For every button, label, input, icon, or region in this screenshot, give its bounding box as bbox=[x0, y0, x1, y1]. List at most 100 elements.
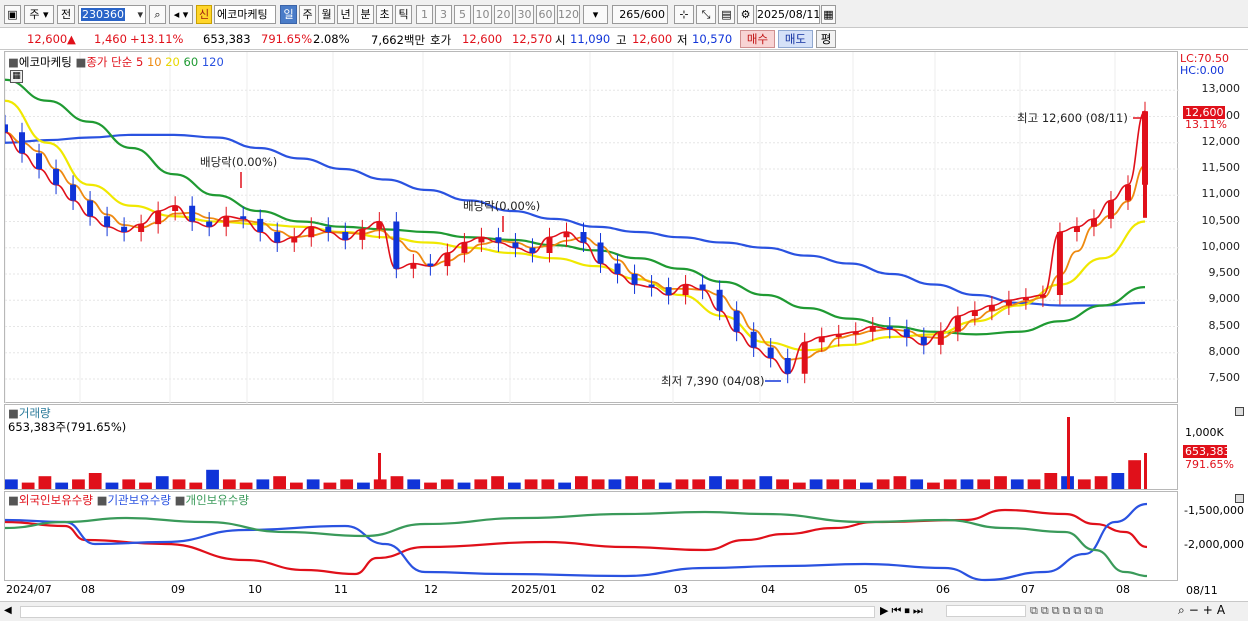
sell-button[interactable]: 매도 bbox=[778, 30, 813, 48]
market-select-label: 주 bbox=[29, 8, 40, 21]
date-input[interactable]: 2025/08/11 bbox=[756, 5, 820, 24]
dividend-annotation-2: 배당락(0.00%) bbox=[463, 199, 540, 213]
legend-institution: 기관보유수량 bbox=[107, 493, 171, 507]
candle-body bbox=[1107, 200, 1114, 219]
scroll-left-icon[interactable]: ◀ bbox=[4, 605, 12, 616]
price-chart[interactable]: 최고 12,600 (08/11) 최저 7,390 (04/08) 배당락(0.0… bbox=[5, 52, 1179, 404]
speaker-icon[interactable]: ◂ ▾ bbox=[169, 5, 193, 24]
price-tick-3: 11,500 bbox=[1201, 161, 1241, 174]
volume-bar bbox=[1027, 479, 1041, 489]
table-icon[interactable]: ▦ bbox=[10, 70, 23, 83]
volume-spike-1 bbox=[1067, 417, 1070, 489]
layout-icons[interactable]: ⧉⧉⧉⧉⧉⧉⧉ bbox=[1030, 604, 1106, 618]
crosshair-icon[interactable]: ⊹ bbox=[674, 5, 694, 24]
window-menu-icon[interactable]: ▣ bbox=[4, 5, 21, 24]
buy-button[interactable]: 매수 bbox=[740, 30, 775, 48]
volume-bar bbox=[306, 479, 320, 489]
playback-controls[interactable]: ▶⏮⏹⏭ bbox=[880, 604, 926, 618]
speed-track[interactable] bbox=[946, 605, 1026, 617]
candle-body bbox=[920, 337, 927, 345]
price-panel[interactable]: 최고 12,600 (08/11) 최저 7,390 (04/08) 배당락(0.0… bbox=[4, 51, 1179, 404]
minute-custom-select[interactable]: ▾ bbox=[583, 5, 608, 24]
candle-body bbox=[648, 284, 655, 288]
prev-button[interactable]: 전 bbox=[57, 5, 75, 24]
period-month-button[interactable]: 월 bbox=[318, 5, 335, 24]
save-icon[interactable]: ▤ bbox=[718, 5, 735, 24]
volume-bar bbox=[1077, 479, 1091, 489]
x-label-8: 03 bbox=[674, 583, 688, 596]
period-tick-button[interactable]: 틱 bbox=[395, 5, 412, 24]
credit-badge: 신 bbox=[196, 5, 212, 24]
up-arrow-icon: ▲ bbox=[67, 32, 76, 46]
price-tick-8: 9,000 bbox=[1208, 292, 1241, 306]
candle-body bbox=[87, 200, 94, 217]
volume-bar bbox=[72, 479, 85, 489]
volume-chart[interactable] bbox=[5, 405, 1179, 491]
x-label-1: 08 bbox=[81, 583, 95, 596]
zoom-controls[interactable]: ⌕−+A bbox=[1178, 603, 1229, 618]
search-icon[interactable]: ⌕ bbox=[149, 5, 166, 24]
candle-body bbox=[512, 242, 519, 248]
minute-1-button[interactable]: 1 bbox=[416, 5, 433, 24]
minute-60-button[interactable]: 60 bbox=[536, 5, 555, 24]
holdings-axis: -1,500,000 -2,000,000 bbox=[1179, 491, 1246, 581]
candle-body bbox=[138, 224, 145, 232]
volume-bar bbox=[38, 476, 52, 489]
candle-body bbox=[954, 316, 961, 332]
x-label-12: 07 bbox=[1021, 583, 1035, 596]
candle-body bbox=[665, 287, 672, 295]
volume-close-icon[interactable] bbox=[1235, 407, 1244, 416]
minute-3-button[interactable]: 3 bbox=[435, 5, 452, 24]
price-tick-9: 8,500 bbox=[1208, 318, 1241, 332]
volume-bar bbox=[524, 479, 538, 489]
candle-body bbox=[631, 274, 638, 285]
x-label-4: 11 bbox=[334, 583, 348, 596]
candle-body bbox=[104, 216, 111, 227]
code-input[interactable]: 230360 ▾ bbox=[78, 5, 146, 24]
holdings-panel[interactable]: ■외국인보유수량 ■기관보유수량 ■개인보유수량 bbox=[4, 491, 1178, 582]
volume-panel[interactable]: ■거래량 653,383주(791.65%) bbox=[4, 404, 1244, 491]
code-value: 230360 bbox=[81, 8, 125, 21]
minute-20-button[interactable]: 20 bbox=[494, 5, 513, 24]
volume-bar bbox=[893, 476, 907, 489]
legend-ma-label: 종가 단순 bbox=[86, 55, 133, 69]
period-year-button[interactable]: 년 bbox=[337, 5, 354, 24]
minute-30-button[interactable]: 30 bbox=[515, 5, 534, 24]
avg-button[interactable]: 평 bbox=[816, 30, 836, 48]
current-pct-tag: 13.11% bbox=[1185, 118, 1227, 131]
volume-value-label: 653,383주(791.65%) bbox=[8, 420, 127, 434]
x-label-0: 2024/07 bbox=[6, 583, 52, 596]
minute-5-button[interactable]: 5 bbox=[454, 5, 471, 24]
count-value: 265 bbox=[619, 8, 641, 21]
period-week-button[interactable]: 주 bbox=[299, 5, 316, 24]
calendar-icon[interactable]: ▦ bbox=[821, 5, 836, 24]
candle-body bbox=[988, 305, 995, 311]
period-minute-button[interactable]: 분 bbox=[357, 5, 374, 24]
volume-bar bbox=[792, 482, 806, 489]
scroll-track[interactable] bbox=[20, 606, 875, 618]
candle-body bbox=[597, 242, 604, 264]
market-select[interactable]: 주 ▾ bbox=[24, 5, 54, 24]
holdings-close-icon[interactable] bbox=[1235, 494, 1244, 503]
candle-body bbox=[70, 184, 77, 201]
scroll-bar[interactable]: ◀ ▶⏮⏹⏭ ⧉⧉⧉⧉⧉⧉⧉ ⌕−+A bbox=[0, 601, 1248, 621]
draw-tool-icon[interactable]: ⤡ bbox=[696, 5, 716, 24]
volume-bar bbox=[21, 482, 35, 489]
gear-icon[interactable]: ⚙ bbox=[737, 5, 754, 24]
volume-bar bbox=[155, 476, 169, 489]
period-day-button[interactable]: 일 bbox=[280, 5, 297, 24]
price-tick-6: 10,000 bbox=[1201, 239, 1241, 253]
low-label: 저 bbox=[677, 33, 688, 47]
volume-bar bbox=[960, 479, 974, 489]
volume-bar bbox=[910, 479, 924, 489]
candle-body bbox=[699, 284, 706, 290]
volume-ratio: 791.65% bbox=[261, 32, 313, 46]
minute-120-button[interactable]: 120 bbox=[557, 5, 580, 24]
minute-10-button[interactable]: 10 bbox=[473, 5, 492, 24]
candle-body bbox=[580, 232, 587, 243]
legend-ma5: 5 bbox=[135, 55, 144, 69]
period-second-button[interactable]: 초 bbox=[376, 5, 393, 24]
candle-body bbox=[1056, 232, 1063, 295]
stock-name-field[interactable]: 에코마케팅 bbox=[214, 5, 276, 24]
count-input[interactable]: 265/600 bbox=[612, 5, 668, 24]
